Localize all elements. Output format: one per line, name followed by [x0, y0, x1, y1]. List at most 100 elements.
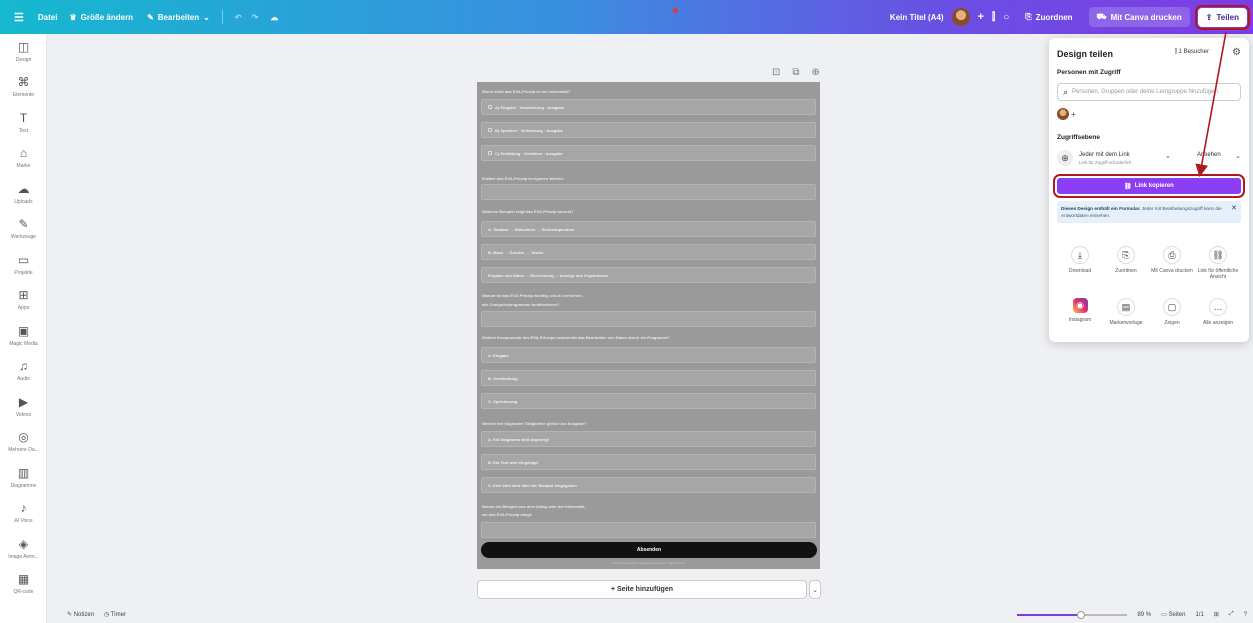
sidebar-item-elemente[interactable]: ⌘ Elemente	[0, 70, 47, 106]
sidebar-item-design[interactable]: ◫ Design	[0, 34, 47, 70]
globe-icon: ⊕	[1057, 150, 1073, 166]
copy-link-button[interactable]: ⛓ Link kopieren	[1053, 174, 1245, 198]
sidebar-item-videos[interactable]: ▶ Videos	[0, 389, 47, 425]
sidebar-item-text[interactable]: T Text	[0, 105, 47, 141]
folder-icon: ▭	[17, 252, 30, 267]
duplicate-page-icon[interactable]: ⧉	[792, 67, 799, 78]
form-option[interactable]: A. Tastatur → Bildschirm → Rechenoperati…	[481, 221, 816, 237]
pencil-icon: ✎	[147, 12, 154, 22]
instagram-icon: ◉	[1072, 298, 1088, 313]
share-action-present[interactable]: ▢ Zeigen	[1149, 298, 1195, 326]
form-option[interactable]: A) Eingabe · Verarbeitung · Ausgabe	[481, 99, 816, 115]
form-option[interactable]: A. Ein Diagramm wird angezeigt	[481, 431, 816, 447]
print-button[interactable]: ⛟ Mit Canva drucken	[1088, 7, 1190, 27]
form-option[interactable]: B. Ein Text wird eingetippt	[481, 454, 816, 470]
answer-input[interactable]	[481, 522, 816, 538]
share-action-download[interactable]: ⤓ Download	[1057, 246, 1103, 274]
share-action-assign[interactable]: ⎘ Zuordnen	[1103, 246, 1149, 274]
fullscreen-icon[interactable]: ⤢	[1229, 611, 1234, 618]
assign-button[interactable]: ⎘ Zuordnen	[1017, 7, 1080, 27]
menu-button[interactable]: ☰	[14, 11, 24, 24]
sidebar-item-projekte[interactable]: ▭ Projekte	[0, 247, 47, 283]
help-icon[interactable]: ?	[1244, 612, 1247, 618]
share-action-link[interactable]: ⛓ Link für öffentliche Ansicht	[1195, 246, 1241, 280]
sidebar-item-audio[interactable]: ♫ Audio	[0, 354, 47, 390]
add-person-button[interactable]: +	[1071, 110, 1076, 119]
sidebar-item-diagramme[interactable]: ▥ Diagramme	[0, 460, 47, 496]
checkbox[interactable]	[488, 128, 492, 132]
gear-icon[interactable]: ⚙	[1232, 47, 1241, 58]
file-menu[interactable]: Datei	[38, 13, 58, 22]
share-icon: ⇪	[1205, 12, 1213, 22]
sidebar-item-qr-code[interactable]: ▦ QR-code	[0, 567, 47, 603]
document-title[interactable]: Kein Titel (A4)	[890, 13, 944, 22]
edit-menu[interactable]: ✎ Bearbeiten ⌄	[147, 13, 210, 22]
avatar[interactable]	[1057, 108, 1069, 120]
answer-input[interactable]	[481, 311, 816, 327]
grid-view-icon[interactable]: ⊞	[1214, 611, 1219, 618]
timer-button[interactable]: ◷ Timer	[104, 611, 126, 618]
page-tools: ⊡ ⧉ ⊕	[772, 67, 820, 78]
form-option[interactable]: C. Speicherung	[481, 393, 816, 409]
chevron-down-icon[interactable]: ⌄	[1165, 152, 1171, 160]
form-option[interactable]: Eingabe von Daten → Berechnung → Anzeige…	[481, 267, 816, 283]
share-action-label: Markenvorlage	[1109, 320, 1143, 326]
form-option[interactable]: B. Maus → Drucker → Tasten	[481, 244, 816, 260]
share-action-template[interactable]: ▤ Markenvorlage	[1103, 298, 1149, 326]
sidebar-item-image-anim[interactable]: ◈ Image Anim...	[0, 531, 47, 567]
add-page-icon[interactable]: ⊕	[812, 67, 820, 78]
checkbox[interactable]	[488, 105, 492, 109]
share-action-more[interactable]: … Alle anzeigen	[1195, 298, 1241, 326]
cloud-upload-icon: ☁	[17, 181, 30, 196]
zoom-level[interactable]: 89 %	[1137, 612, 1151, 618]
pages-button[interactable]: ▭ Seiten	[1161, 611, 1185, 618]
zoom-slider[interactable]	[1017, 610, 1128, 619]
lock-icon[interactable]: ⊡	[772, 67, 780, 78]
access-heading: Zugriffsebene	[1057, 134, 1100, 141]
form-option[interactable]: C) Ermittlung · Verfahren · Ausgabe	[481, 145, 816, 161]
sidebar-item-magic-media[interactable]: ▣ Magic Media	[0, 318, 47, 354]
sidebar-item-mehrere-da[interactable]: ◎ Mehrere Da...	[0, 425, 47, 461]
zoom-slider-handle[interactable]	[1077, 610, 1086, 619]
share-action-instagram[interactable]: ◉ Instagram	[1057, 298, 1103, 323]
elements-icon: ⌘	[17, 75, 30, 90]
share-action-print[interactable]: ⎙ Mit Canva drucken	[1149, 246, 1195, 274]
sidebar-item-label: Audio	[17, 376, 30, 383]
sidebar-item-uploads[interactable]: ☁ Uploads	[0, 176, 47, 212]
form-option[interactable]: C. Eine Zahl wird über die Tastatur eing…	[481, 477, 816, 493]
add-collaborator-button[interactable]: +	[978, 11, 984, 23]
resize-menu[interactable]: ♛ Größe ändern	[69, 13, 133, 22]
add-page-options-button[interactable]: ⌄	[809, 580, 821, 599]
add-page-button[interactable]: + Seite hinzufügen	[477, 580, 807, 599]
close-icon[interactable]: ✕	[1231, 205, 1237, 212]
analytics-icon[interactable]: ⫿	[992, 12, 995, 23]
sidebar-item-apps[interactable]: ⊞ Apps	[0, 283, 47, 319]
people-search-input[interactable]: ⌕ Personen, Gruppen oder deine Lerngrupp…	[1057, 83, 1241, 101]
access-level-row: ⊕ Jeder mit dem Link Link für Zugriff er…	[1057, 148, 1241, 168]
chevron-down-icon[interactable]: ⌄	[1235, 152, 1241, 160]
form-option[interactable]: A. Eingabe	[481, 347, 816, 363]
save-status[interactable]: ☁	[270, 13, 278, 22]
share-action-label: Link für öffentliche Ansicht	[1197, 268, 1239, 280]
checkbox[interactable]	[488, 151, 492, 155]
design-page[interactable]: Worin sieht das EVA-Prinzip in der Infor…	[477, 82, 820, 569]
access-scope-select[interactable]: Jeder mit dem Link Link für Zugriff erfo…	[1079, 152, 1131, 165]
form-option[interactable]: B. Verarbeitung	[481, 370, 816, 386]
more-icon: …	[1209, 298, 1227, 316]
undo-button[interactable]: ↶	[235, 13, 242, 22]
sidebar-item-marke[interactable]: ⌂ Marke	[0, 141, 47, 177]
share-button[interactable]: ⇪ Teilen	[1194, 4, 1251, 30]
submit-button[interactable]: Absenden	[481, 542, 817, 558]
redo-button[interactable]: ↷	[252, 13, 259, 22]
access-role-select[interactable]: Ansehen	[1197, 152, 1221, 158]
sidebar-item-label: Magic Media	[9, 340, 38, 347]
comment-icon[interactable]: ○	[1003, 12, 1009, 23]
form-option[interactable]: B) Speicher · Verbindung · Ausgabe	[481, 122, 816, 138]
answer-input[interactable]	[481, 184, 816, 200]
sidebar-item-ai-voice[interactable]: ♪ AI Voice	[0, 496, 47, 532]
sidebar-item-werkzeuge[interactable]: ✎ Werkzeuge	[0, 212, 47, 248]
notes-button[interactable]: ✎ Notizen	[67, 611, 94, 618]
visitors-count[interactable]: ⫿ 1 Besucher	[1175, 49, 1209, 56]
avatar[interactable]	[951, 8, 970, 26]
page-count: 1/1	[1195, 611, 1204, 618]
